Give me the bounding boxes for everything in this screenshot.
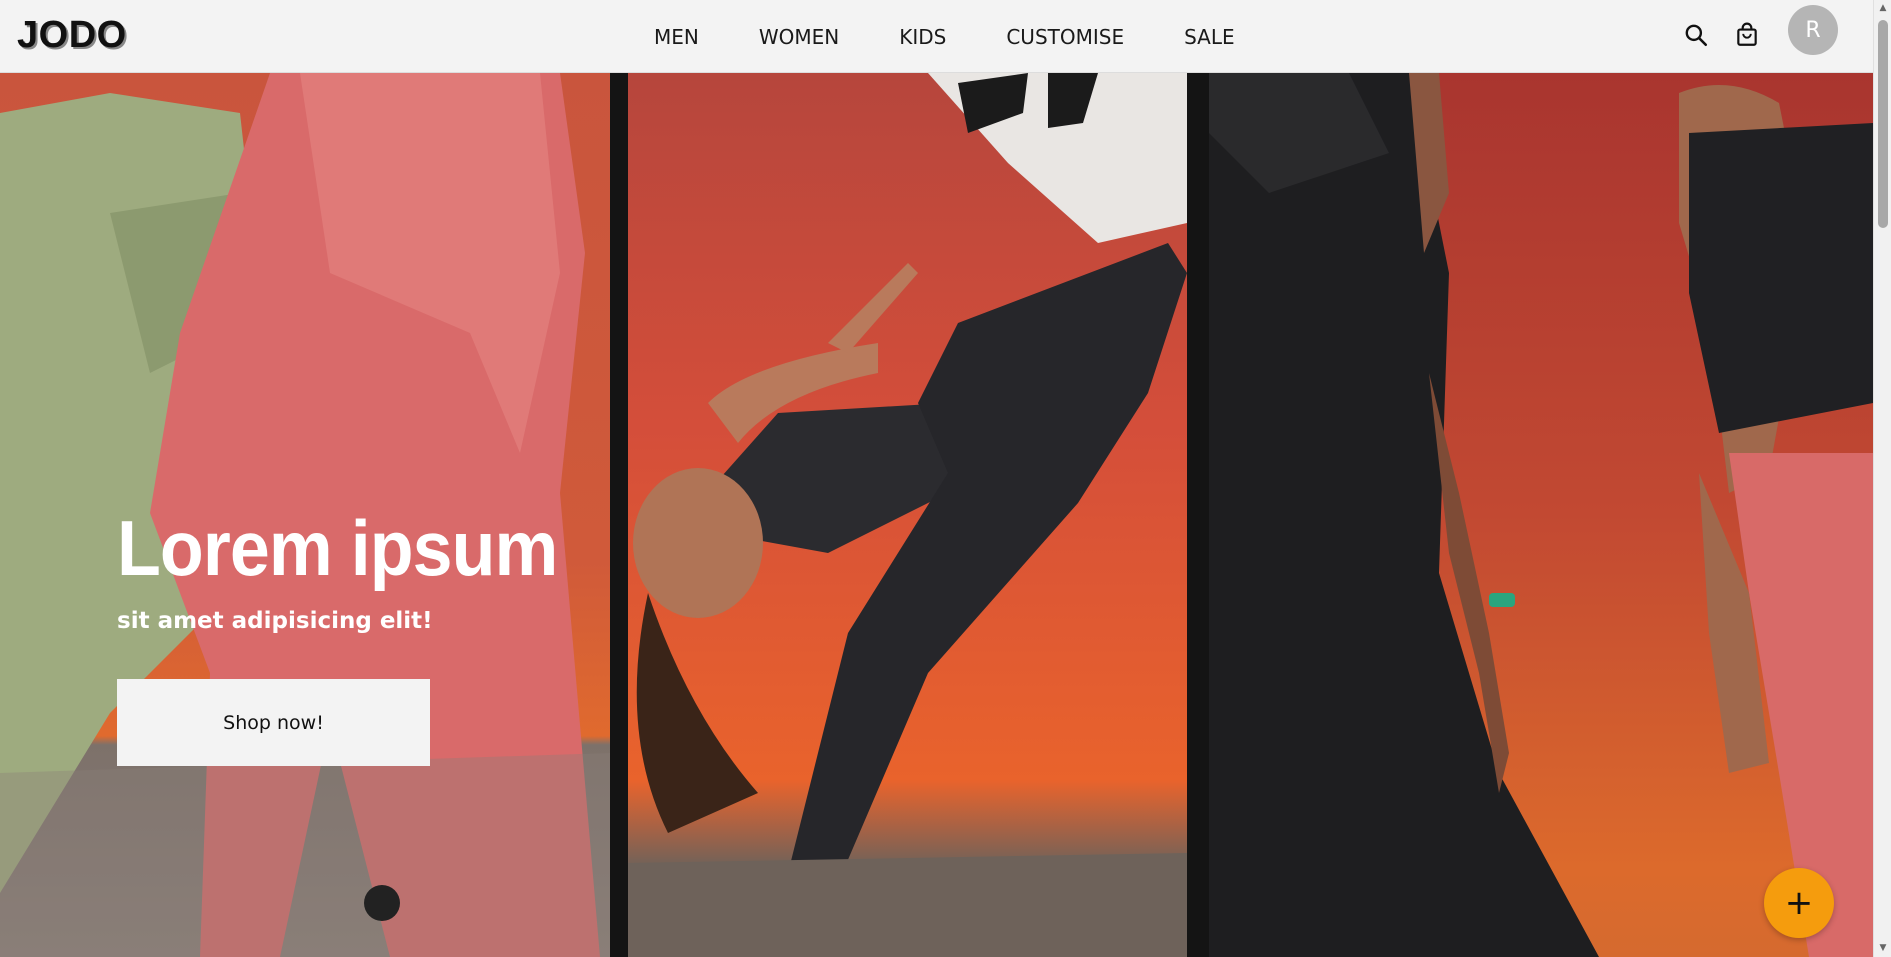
hero-image-panel-3 (1209, 73, 1873, 957)
hero-title: Lorem ipsum (117, 504, 558, 592)
scroll-up-arrow-icon[interactable]: ▲ (1878, 3, 1888, 13)
plus-icon: + (1784, 883, 1814, 923)
nav-item-sale[interactable]: SALE (1184, 22, 1235, 52)
nav-item-kids[interactable]: KIDS (899, 22, 946, 52)
shopping-bag-icon[interactable] (1732, 20, 1762, 50)
panel-divider (610, 73, 628, 957)
scrollbar-thumb[interactable] (1878, 20, 1888, 228)
site-header: JODO MEN WOMEN KIDS CUSTOMISE SALE R (0, 0, 1873, 73)
user-avatar[interactable]: R (1788, 5, 1838, 55)
shop-now-button[interactable]: Shop now! (117, 679, 430, 766)
brand-logo[interactable]: JODO (17, 12, 127, 58)
main-nav: MEN WOMEN KIDS CUSTOMISE SALE (654, 22, 1235, 52)
hero-image-panel-2 (628, 73, 1187, 957)
page-scrollbar[interactable]: ▲ ▼ (1873, 0, 1891, 957)
hero-photo-athlete-closeup (1209, 73, 1873, 957)
nav-item-customise[interactable]: CUSTOMISE (1006, 22, 1124, 52)
hero-subtitle: sit amet adipisicing elit! (117, 608, 433, 634)
nav-item-women[interactable]: WOMEN (759, 22, 839, 52)
hero-photo-stretching-athlete (628, 73, 1187, 957)
panel-divider (1187, 73, 1209, 957)
floating-add-button[interactable]: + (1764, 868, 1834, 938)
hero-banner: Lorem ipsum sit amet adipisicing elit! S… (0, 73, 1873, 957)
search-icon[interactable] (1681, 20, 1711, 50)
scroll-down-arrow-icon[interactable]: ▼ (1878, 943, 1888, 953)
nav-item-men[interactable]: MEN (654, 22, 699, 52)
